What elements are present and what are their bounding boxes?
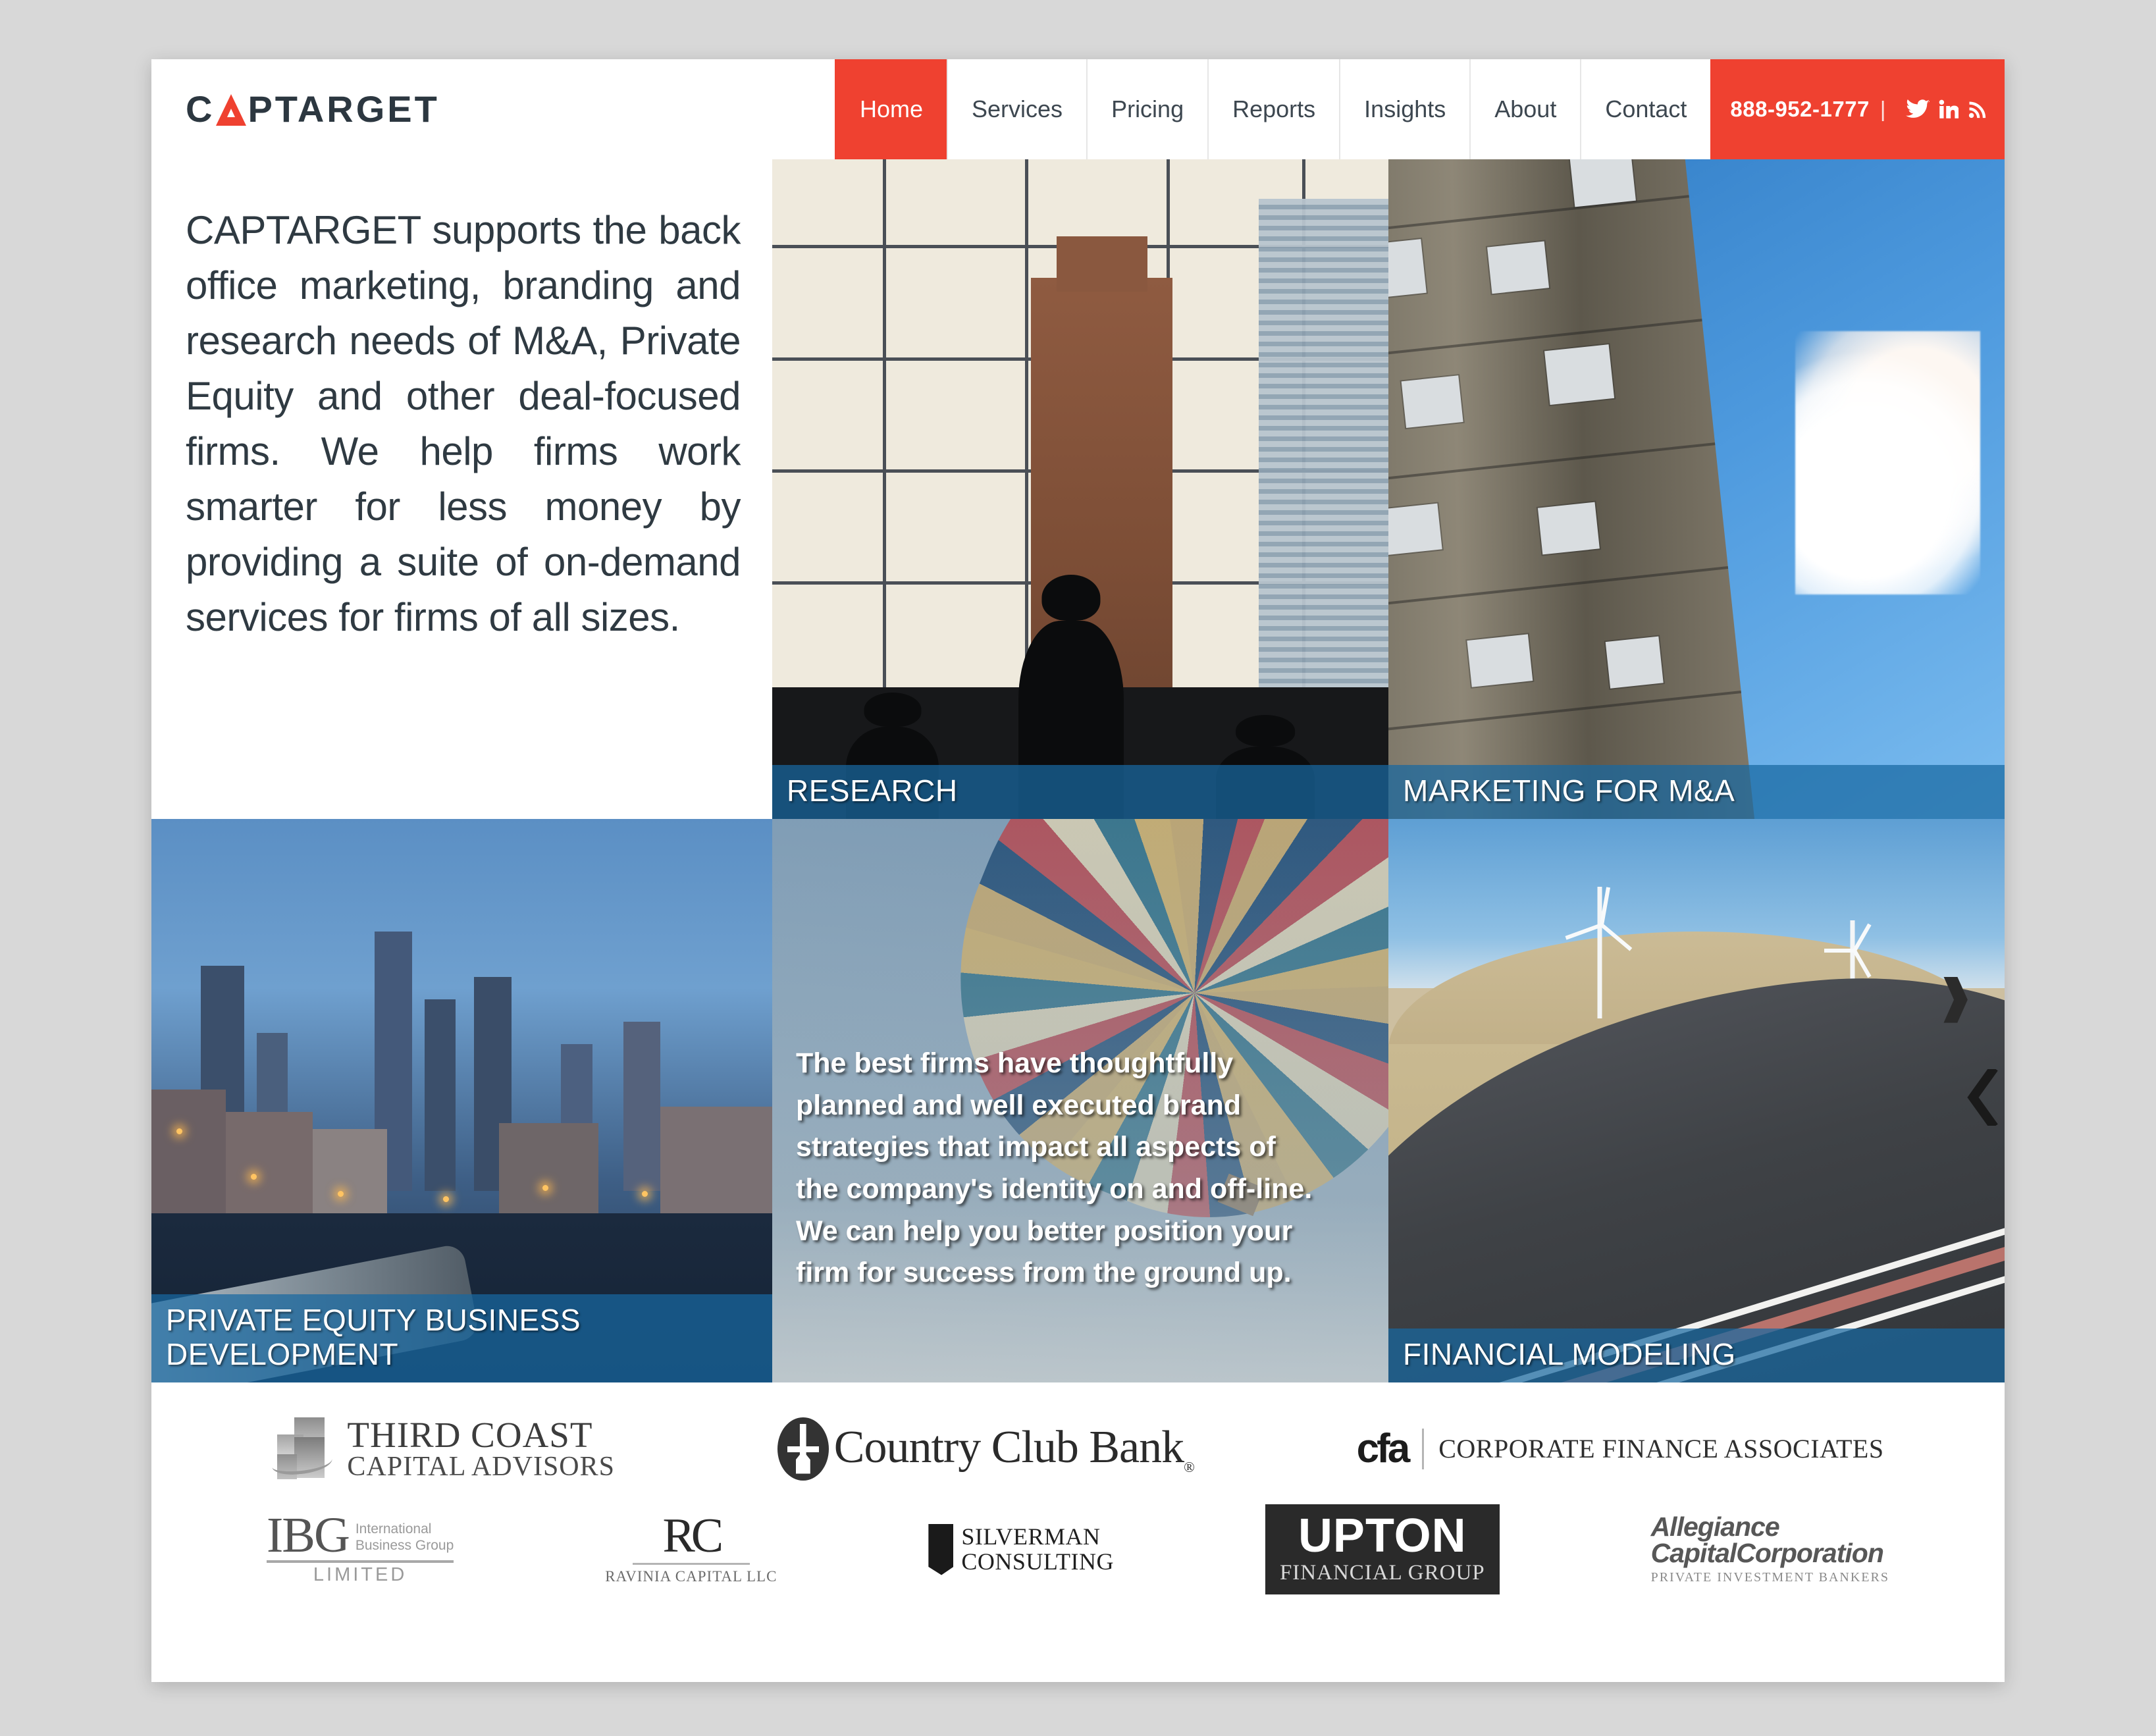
nav-item-pricing[interactable]: Pricing <box>1086 59 1207 159</box>
client-logo-corporate-finance-associates[interactable]: cfa CORPORATE FINANCE ASSOCIATES <box>1357 1428 1884 1469</box>
allegiance-subtitle: PRIVATE INVESTMENT BANKERS <box>1650 1570 1889 1585</box>
ibg-sub-line2: Business Group <box>355 1537 454 1553</box>
client-logo-silverman-consulting[interactable]: SILVERMAN CONSULTING <box>928 1523 1115 1575</box>
nav-item-about[interactable]: About <box>1469 59 1580 159</box>
logo-text-before: C <box>186 88 215 130</box>
feature-tile-grid: CAPTARGET supports the back office marke… <box>151 159 2005 1382</box>
contact-separator: | <box>1880 97 1886 121</box>
ravinia-monogram: RC <box>662 1509 723 1564</box>
allegiance-line1: Allegiance <box>1650 1511 1780 1542</box>
client-logo-row-1: THIRD COAST CAPITAL ADVISORS Country Clu… <box>191 1417 1965 1481</box>
tile-caption-marketing: MARKETING FOR M&A <box>1388 765 2005 819</box>
tile-caption-research: RESEARCH <box>772 765 1388 819</box>
client-logo-strip: THIRD COAST CAPITAL ADVISORS Country Clu… <box>151 1382 2005 1621</box>
ravinia-name: RAVINIA CAPITAL LLC <box>605 1567 777 1585</box>
site-logo: C PTARGET <box>186 91 440 128</box>
research-image <box>772 159 1388 819</box>
nav-item-home[interactable]: Home <box>834 59 947 159</box>
financial-modeling-image <box>1388 819 2005 1382</box>
third-coast-line2: CAPITAL ADVISORS <box>347 1452 616 1482</box>
rss-icon[interactable] <box>1968 99 1987 120</box>
client-logo-upton-financial-group[interactable]: UPTON FINANCIAL GROUP <box>1265 1504 1500 1594</box>
intro-text-cell: CAPTARGET supports the back office marke… <box>151 159 772 819</box>
country-club-bank-name: Country Club Bank <box>833 1422 1184 1473</box>
cfa-monogram: cfa <box>1357 1428 1425 1469</box>
ibg-limited: LIMITED <box>313 1564 408 1585</box>
tile-financial-modeling[interactable]: FINANCIAL MODELING <box>1388 819 2005 1382</box>
main-navigation: Home Services Pricing Reports Insights A… <box>834 59 2005 159</box>
allegiance-line2: CapitalCorporation <box>1650 1538 1884 1568</box>
ibg-divider <box>266 1560 454 1563</box>
third-coast-line1: THIRD COAST <box>347 1415 593 1455</box>
twitter-icon[interactable] <box>1906 99 1930 120</box>
ibg-initials: IBG <box>266 1508 350 1564</box>
country-club-bank-emblem-icon <box>777 1417 829 1481</box>
silverman-line2: CONSULTING <box>961 1548 1115 1575</box>
logo-text-after: PTARGET <box>248 88 440 130</box>
marketing-image <box>1388 159 2005 819</box>
linkedin-icon[interactable] <box>1939 99 1959 120</box>
ravinia-divider <box>632 1562 750 1565</box>
silverman-mark-icon <box>928 1523 954 1575</box>
nav-item-insights[interactable]: Insights <box>1339 59 1469 159</box>
nav-item-contact[interactable]: Contact <box>1580 59 1710 159</box>
client-logo-ibg[interactable]: IBG International Business Group LIMITED <box>266 1508 454 1585</box>
tile-branding[interactable]: The best firms have thoughtfully planned… <box>772 819 1388 1382</box>
client-logo-country-club-bank[interactable]: Country Club Bank® <box>777 1417 1195 1481</box>
cfa-full-name: CORPORATE FINANCE ASSOCIATES <box>1438 1434 1884 1463</box>
nav-item-services[interactable]: Services <box>947 59 1086 159</box>
logo-link[interactable]: C PTARGET <box>151 59 440 159</box>
branding-overlay-text: The best firms have thoughtfully planned… <box>796 1047 1313 1289</box>
header-contact-block: 888-952-1777 | <box>1710 59 2005 159</box>
tile-private-equity[interactable]: PRIVATE EQUITY BUSINESS DEVELOPMENT <box>151 819 772 1382</box>
tile-caption-financial-modeling: FINANCIAL MODELING <box>1388 1328 2005 1382</box>
ibg-sub-line1: International <box>355 1521 432 1537</box>
phone-number[interactable]: 888-952-1777 <box>1730 97 1870 122</box>
tile-caption-private-equity: PRIVATE EQUITY BUSINESS DEVELOPMENT <box>151 1294 772 1382</box>
tile-marketing[interactable]: MARKETING FOR M&A <box>1388 159 2005 819</box>
upton-name: UPTON <box>1298 1510 1467 1562</box>
nav-item-reports[interactable]: Reports <box>1207 59 1339 159</box>
intro-paragraph: CAPTARGET supports the back office marke… <box>186 208 741 639</box>
client-logo-ravinia-capital[interactable]: RC RAVINIA CAPITAL LLC <box>605 1509 777 1585</box>
slider-prev-chevron-left-icon[interactable] <box>1965 1069 2001 1126</box>
logo-triangle-a-icon <box>216 94 247 126</box>
registered-mark: ® <box>1184 1459 1195 1475</box>
silverman-line1: SILVERMAN <box>961 1523 1101 1550</box>
site-page: C PTARGET Home Services Pricing Reports I… <box>151 59 2005 1682</box>
tile-research[interactable]: RESEARCH <box>772 159 1388 819</box>
client-logo-row-2: IBG International Business Group LIMITED… <box>191 1504 1965 1594</box>
third-coast-mark-icon <box>271 1417 334 1481</box>
site-header: C PTARGET Home Services Pricing Reports I… <box>151 59 2005 159</box>
upton-subtitle: FINANCIAL GROUP <box>1279 1561 1485 1585</box>
client-logo-allegiance-capital[interactable]: Allegiance CapitalCorporation PRIVATE IN… <box>1651 1513 1889 1585</box>
client-logo-third-coast[interactable]: THIRD COAST CAPITAL ADVISORS <box>271 1415 616 1482</box>
